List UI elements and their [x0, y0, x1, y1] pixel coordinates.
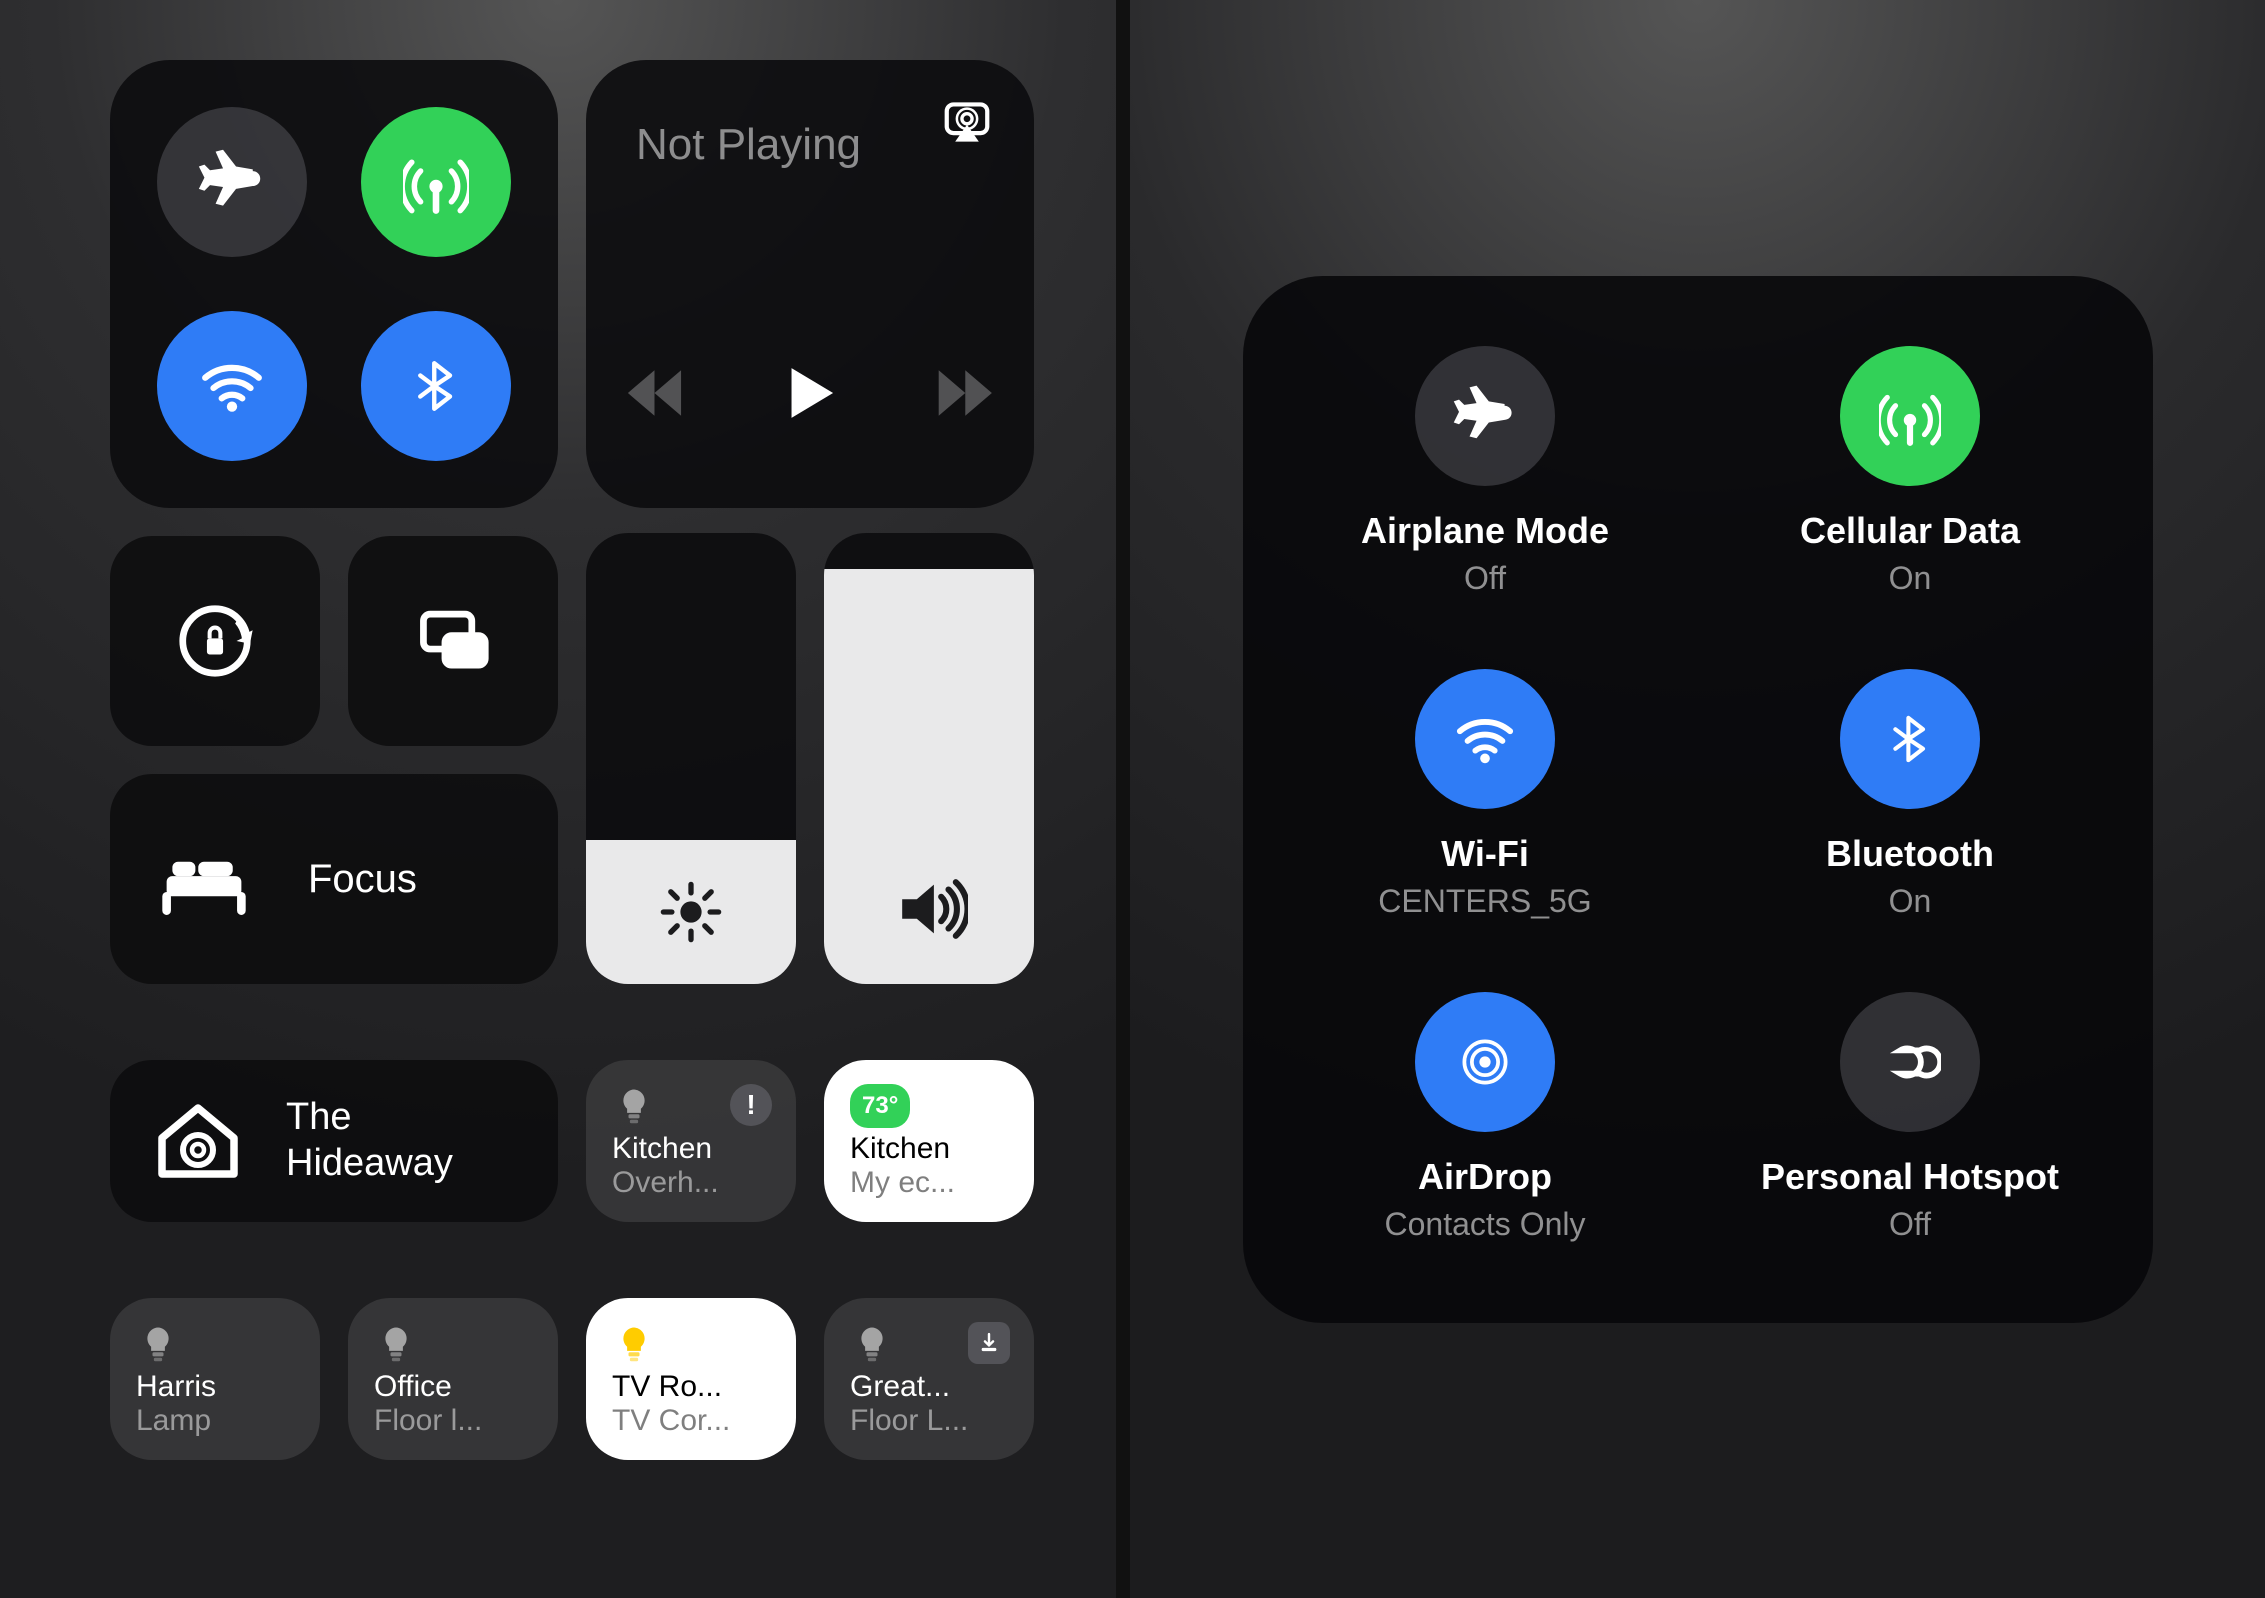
orientation-lock-toggle[interactable]: [110, 536, 320, 746]
control-center: Not Playing: [0, 0, 1130, 1598]
exp-airdrop[interactable]: AirDrop Contacts Only: [1293, 992, 1678, 1243]
exp-cellular[interactable]: Cellular Data On: [1718, 346, 2103, 597]
home-icon: [150, 1093, 246, 1189]
cellular-data-toggle[interactable]: [1840, 346, 1980, 486]
tile-title: Office: [374, 1370, 532, 1404]
bulb-icon: [850, 1322, 894, 1366]
exp-bluetooth[interactable]: Bluetooth On: [1718, 669, 2103, 920]
media-module[interactable]: Not Playing: [586, 60, 1034, 508]
bulb-icon: [136, 1322, 180, 1366]
media-controls: [626, 358, 994, 428]
tile-title: Kitchen: [612, 1132, 770, 1166]
bulb-icon: [374, 1322, 418, 1366]
exp-title: Bluetooth: [1826, 833, 1994, 875]
bluetooth-toggle[interactable]: [1840, 669, 1980, 809]
cc-grid: Not Playing: [0, 0, 1116, 1598]
tile-sub: Floor L...: [850, 1404, 1008, 1438]
home-tile-tvroom[interactable]: TV Ro... TV Cor...: [586, 1298, 796, 1460]
exp-title: Cellular Data: [1800, 510, 2020, 552]
tile-sub: TV Cor...: [612, 1404, 770, 1438]
tile-sub: My ec...: [850, 1166, 1008, 1200]
screen-mirroring-icon: [410, 598, 496, 684]
exp-airplane[interactable]: Airplane Mode Off: [1293, 346, 1678, 597]
temperature-badge: 73°: [850, 1084, 910, 1128]
exp-status: On: [1889, 560, 1932, 597]
brightness-icon: [657, 878, 725, 946]
exp-hotspot[interactable]: Personal Hotspot Off: [1718, 992, 2103, 1243]
warning-badge: !: [730, 1084, 772, 1126]
cellular-icon: [1879, 385, 1941, 447]
home-tile-great-floor[interactable]: Great... Floor L...: [824, 1298, 1034, 1460]
home-name-line2: Hideaway: [286, 1141, 453, 1187]
bulb-icon: [612, 1084, 656, 1128]
home-name-line1: The: [286, 1095, 453, 1141]
home-tile-kitchen-ecobee[interactable]: 73° Kitchen My ec...: [824, 1060, 1034, 1222]
cellular-icon: [403, 149, 469, 215]
wifi-toggle[interactable]: [157, 311, 307, 461]
home-button[interactable]: The Hideaway: [110, 1060, 558, 1222]
tile-title: Kitchen: [850, 1132, 1008, 1166]
tile-title: TV Ro...: [612, 1370, 770, 1404]
volume-icon: [890, 870, 968, 948]
brightness-slider[interactable]: [586, 533, 796, 984]
wifi-icon: [1454, 708, 1516, 770]
focus-label: Focus: [308, 857, 417, 902]
tile-sub: Floor l...: [374, 1404, 532, 1438]
exp-status: On: [1889, 883, 1932, 920]
exp-status: Off: [1889, 1206, 1931, 1243]
airdrop-toggle[interactable]: [1415, 992, 1555, 1132]
hotspot-icon: [1879, 1031, 1941, 1093]
connectivity-module[interactable]: [110, 60, 558, 508]
home-name: The Hideaway: [286, 1095, 453, 1186]
cellular-data-toggle[interactable]: [361, 107, 511, 257]
play-button[interactable]: [777, 358, 843, 428]
airdrop-icon: [1455, 1032, 1515, 1092]
airplay-icon: [940, 96, 994, 150]
next-button[interactable]: [933, 361, 994, 425]
orientation-lock-icon: [172, 598, 258, 684]
wifi-toggle[interactable]: [1415, 669, 1555, 809]
wifi-icon: [199, 353, 265, 419]
volume-slider[interactable]: [824, 533, 1034, 984]
bluetooth-icon: [1884, 713, 1936, 765]
exp-status: CENTERS_5G: [1378, 883, 1591, 920]
bed-icon: [158, 833, 250, 925]
focus-button[interactable]: Focus: [110, 774, 558, 984]
exp-title: AirDrop: [1418, 1156, 1552, 1198]
tile-title: Harris: [136, 1370, 294, 1404]
exp-title: Airplane Mode: [1361, 510, 1609, 552]
download-badge: [968, 1322, 1010, 1364]
bluetooth-icon: [408, 358, 464, 414]
tile-sub: Lamp: [136, 1404, 294, 1438]
bluetooth-toggle[interactable]: [361, 311, 511, 461]
focus-icon-wrap: [144, 819, 264, 939]
connectivity-expanded-pane: Airplane Mode Off Cellular Data On Wi-Fi…: [1130, 0, 2265, 1598]
tile-sub: Overh...: [612, 1166, 770, 1200]
previous-button[interactable]: [626, 361, 687, 425]
tile-title: Great...: [850, 1370, 1008, 1404]
home-tile-office-floor[interactable]: Office Floor l...: [348, 1298, 558, 1460]
airplane-icon: [197, 147, 267, 217]
home-tile-kitchen-overhead[interactable]: ! Kitchen Overh...: [586, 1060, 796, 1222]
exp-status: Contacts Only: [1385, 1206, 1586, 1243]
airplane-mode-toggle[interactable]: [157, 107, 307, 257]
home-tile-harris-lamp[interactable]: Harris Lamp: [110, 1298, 320, 1460]
connectivity-expanded[interactable]: Airplane Mode Off Cellular Data On Wi-Fi…: [1243, 276, 2153, 1323]
exp-wifi[interactable]: Wi-Fi CENTERS_5G: [1293, 669, 1678, 920]
hotspot-toggle[interactable]: [1840, 992, 1980, 1132]
exp-title: Wi-Fi: [1441, 833, 1529, 875]
exp-title: Personal Hotspot: [1761, 1156, 2059, 1198]
screen-mirroring-button[interactable]: [348, 536, 558, 746]
airplane-icon: [1452, 383, 1518, 449]
airplay-button[interactable]: [940, 96, 994, 150]
airplane-mode-toggle[interactable]: [1415, 346, 1555, 486]
bulb-icon: [612, 1322, 656, 1366]
exp-status: Off: [1464, 560, 1506, 597]
